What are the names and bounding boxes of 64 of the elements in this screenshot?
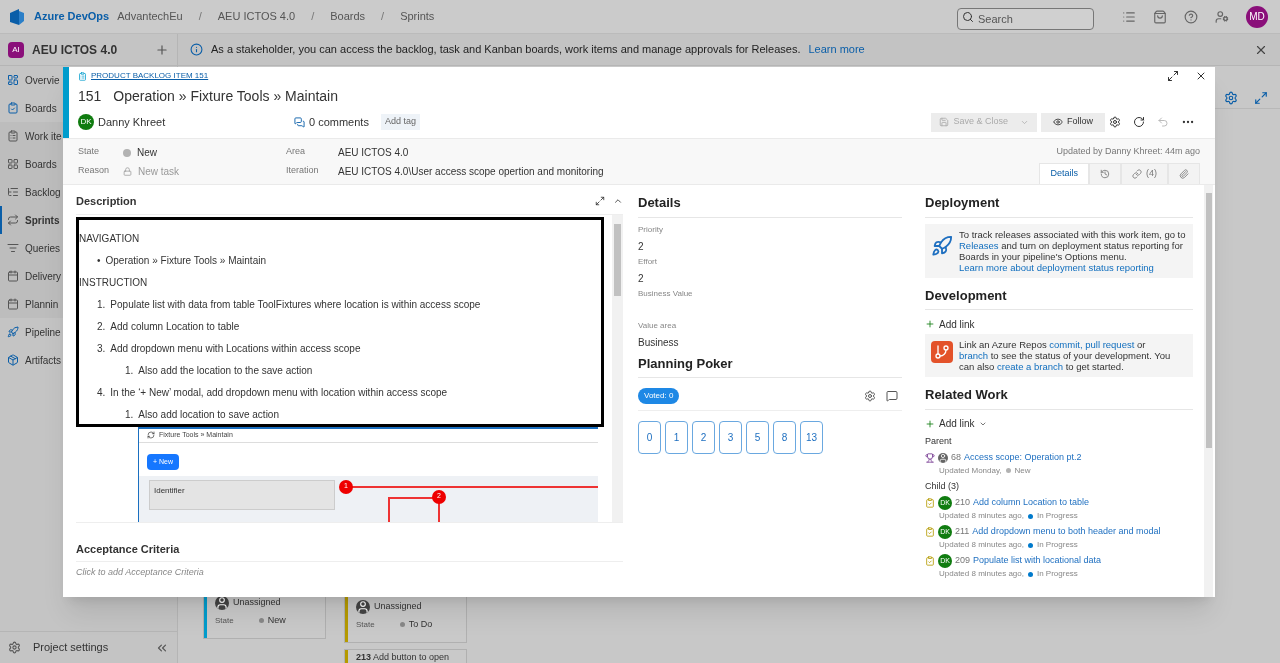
breadcrumb-separator: / <box>381 9 385 25</box>
state-value: New <box>258 614 286 628</box>
item-id: 68 <box>951 451 961 464</box>
item-id: 209 <box>955 554 971 568</box>
voted-badge: Voted: 0 <box>638 388 680 404</box>
description-text: Add dropdown menu with Locations within access scope <box>110 341 361 356</box>
state-text: New <box>1014 464 1031 477</box>
description-text: Also add the location to the save action <box>138 363 313 378</box>
section-heading: Description <box>76 194 138 209</box>
section-heading: Deployment <box>925 193 1193 218</box>
group-label: Parent <box>925 434 953 448</box>
list-marker: 2. <box>97 319 106 334</box>
item-id: 210 <box>955 496 971 510</box>
field-label: Reason <box>78 164 111 177</box>
section-heading: Related Work <box>925 385 1193 410</box>
list-marker: • <box>97 253 101 268</box>
description-text: In the ‘+ New’ modal, add dropdown menu with location within access scope <box>110 385 448 400</box>
field-label: State <box>78 145 100 158</box>
breadcrumb-separator: / <box>311 9 315 25</box>
deployment-text: To track releases associated with this work item, go to Releases and turn on deployment status reporting for Boards in your pipeline's Options menu. Learn more about deployment status reporting <box>959 228 1187 273</box>
section-heading: Development <box>925 285 1193 310</box>
description-text: Operation » Fixture Tools » Maintain <box>105 253 266 268</box>
field-label: Value area <box>638 319 678 332</box>
updated-text: Updated Monday, <box>939 464 1002 477</box>
field-label: State <box>356 618 375 631</box>
description-text: Also add location to save action <box>138 407 279 422</box>
field-label: Effort <box>638 255 658 268</box>
group-label: Child (3) <box>925 479 960 493</box>
section-heading: Planning Poker <box>638 353 902 378</box>
field-label: Business Value <box>638 287 694 300</box>
list-marker: 1. <box>125 363 134 378</box>
list-marker: 1. <box>97 297 106 312</box>
item-id: 151 <box>78 86 102 106</box>
section-heading: Details <box>638 193 902 218</box>
assignee-name: Unassigned <box>374 600 422 614</box>
state-text: In Progress <box>1036 568 1078 580</box>
state-value: To Do <box>399 618 433 632</box>
project-badge: AI <box>8 41 24 58</box>
updated-text: Updated 8 minutes ago, <box>939 568 1024 580</box>
field-label: Iteration <box>286 164 320 177</box>
list-marker: 3. <box>97 341 106 356</box>
assignee-name: Unassigned <box>233 596 281 610</box>
list-marker: 1. <box>125 407 134 422</box>
banner-text: As a stakeholder, you can access the backlog, task and Kanban boards, work items and manage approvals for Releases. <box>211 42 801 58</box>
updated-text: Updated 8 minutes ago, <box>939 510 1024 522</box>
filter-panel: Identifier <box>149 479 335 510</box>
card-title: 213 Add button to open <box>355 651 450 663</box>
updated-text: Updated 8 minutes ago, <box>939 539 1024 551</box>
field-label: State <box>215 614 234 627</box>
state-text: In Progress <box>1036 510 1078 522</box>
breadcrumb-separator: / <box>198 9 202 25</box>
updated-text: Updated by Danny Khreet: 44m ago <box>1056 145 1200 158</box>
description-heading: INSTRUCTION <box>79 275 148 290</box>
description-text: Add column Location to table <box>110 319 240 334</box>
item-id: 211 <box>955 525 970 539</box>
section-heading: Acceptance Criteria <box>76 540 623 562</box>
description-text: Populate list with data from table ToolFixtures where location is within access scope <box>110 297 481 312</box>
development-text: Link an Azure Repos commit, pull request or branch to see the status of your development. You can also create a branch to get started. <box>959 339 1172 372</box>
list-marker: 4. <box>97 385 106 400</box>
assignee-avatar: DK <box>78 114 94 130</box>
field-label: Priority <box>638 223 664 236</box>
state-text: In Progress <box>1036 539 1078 551</box>
field-label: Area <box>286 145 306 158</box>
description-heading: NAVIGATION <box>79 231 140 246</box>
